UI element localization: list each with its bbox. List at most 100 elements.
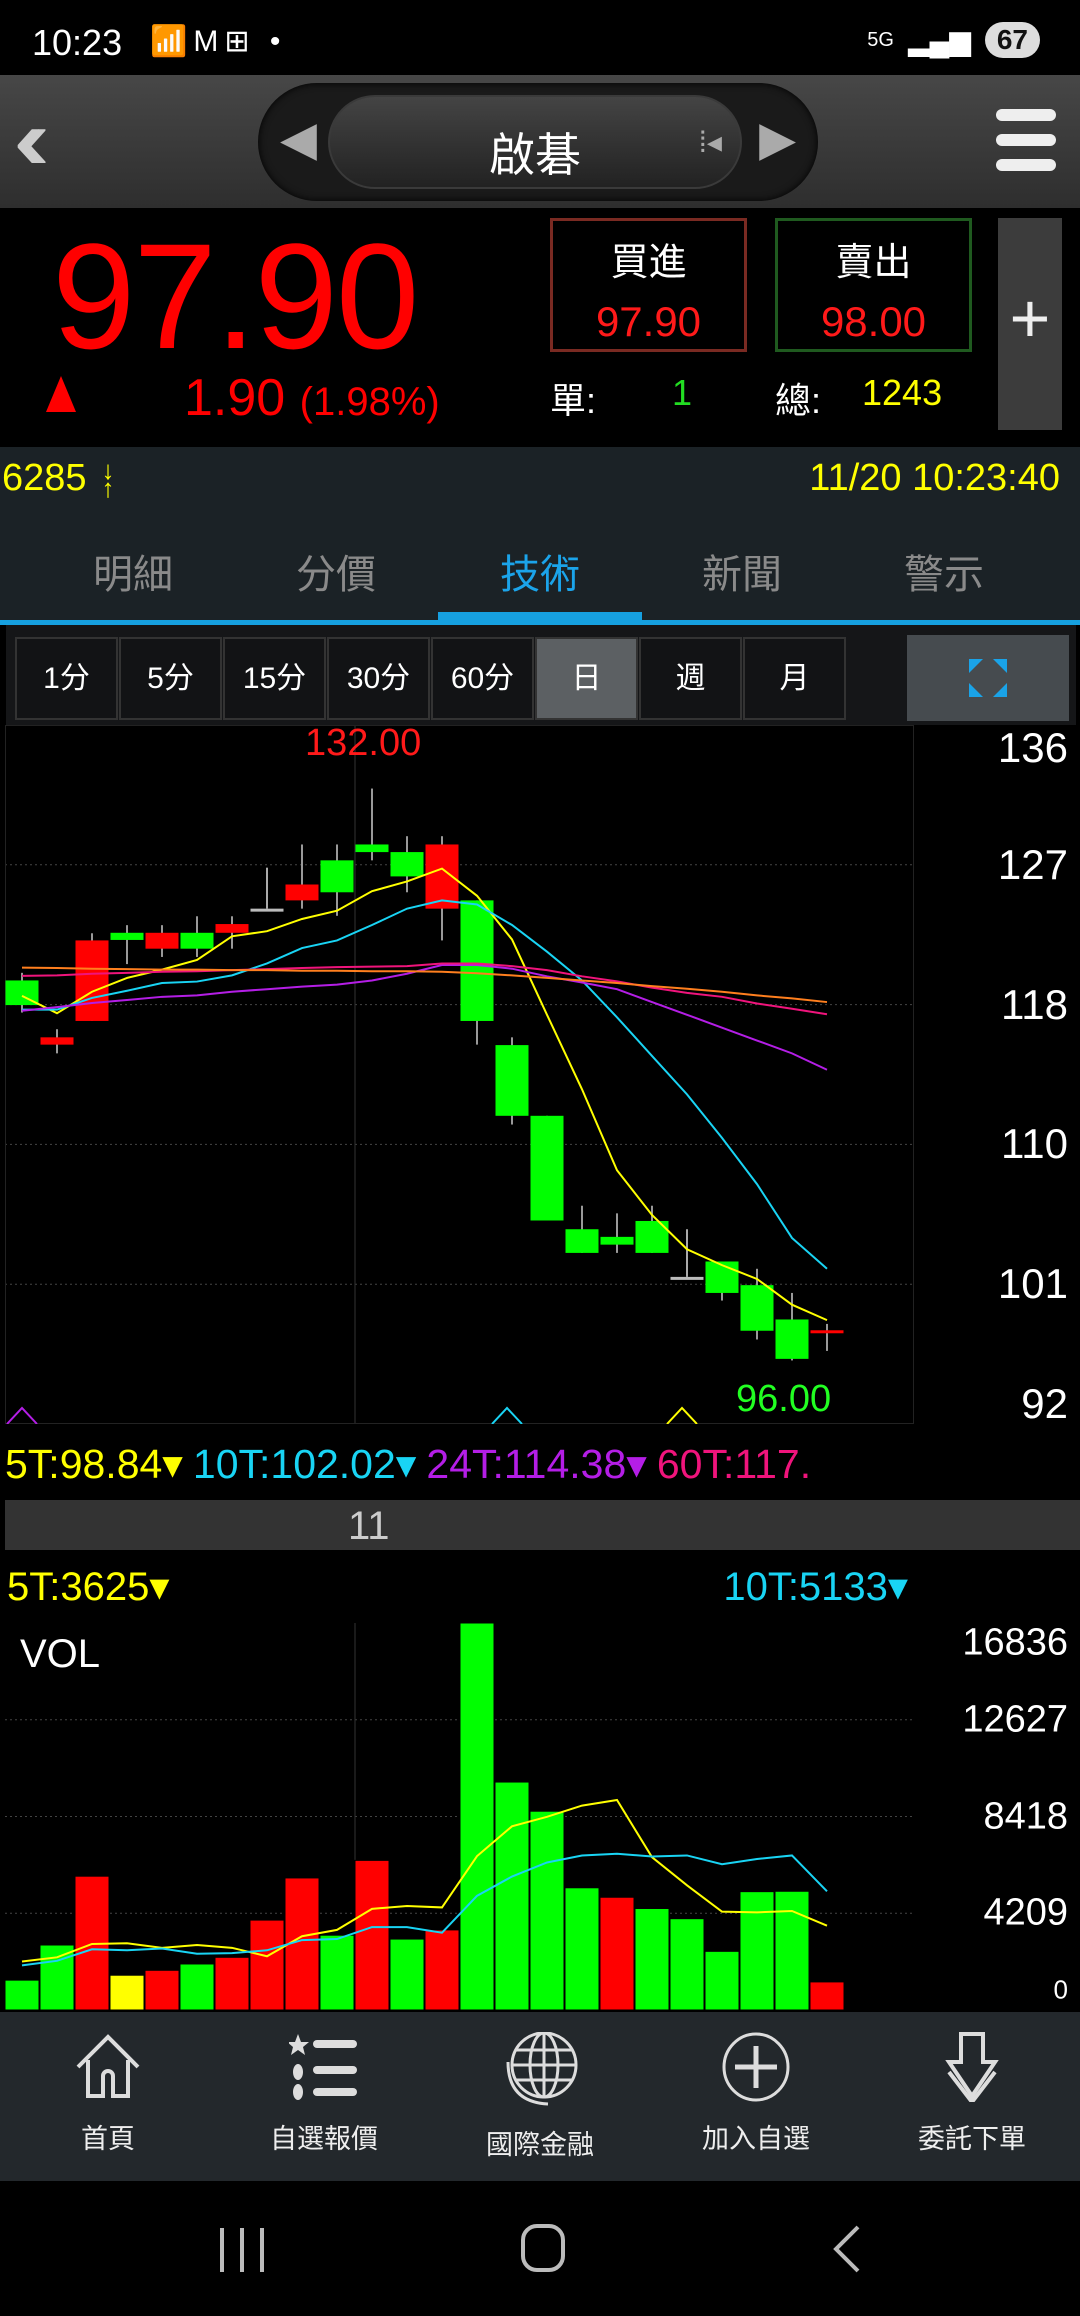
volume-bar (739, 1891, 775, 2010)
candle-body (460, 900, 494, 1021)
volume-legend: 5T:3625▾ 10T:5133▾ (5, 1550, 914, 1623)
volume-bar (109, 1974, 145, 2010)
next-stock-icon[interactable]: ▶ (759, 111, 796, 167)
period-week[interactable]: 週 (639, 637, 742, 720)
ma-legend-value: 24T:114.38 (426, 1441, 627, 1487)
total-volume: 1243 (862, 372, 943, 413)
back-button-icon[interactable] (832, 2225, 862, 2273)
volume-bar (354, 1859, 390, 2010)
candle-body (320, 860, 354, 893)
prev-stock-icon[interactable]: ◀ (280, 111, 317, 167)
volume-bar (599, 1896, 635, 2010)
vol-ma5: 5T:3625▾ (7, 1565, 170, 1609)
candle-body (215, 924, 249, 933)
volume-axis-label: 12627 (962, 1698, 1068, 1741)
stock-name-pill[interactable]: 啟碁 ⁞◂ (328, 95, 742, 189)
ma-line-10T (22, 899, 828, 1270)
buy-price: 97.90 (595, 298, 702, 345)
candle-body (565, 1229, 599, 1253)
notification-icons: 📶M⊞ • (150, 25, 287, 58)
volume-bar (5, 1979, 40, 2010)
app-header: ‹‹ ◀ 啟碁 ⁞◂ ▶ (0, 75, 1080, 208)
volume-bar (424, 1929, 460, 2010)
buy-label: 買進 (610, 242, 687, 284)
tab-news[interactable]: 新聞 (640, 542, 844, 600)
grip-icon: ⁞◂ (698, 126, 722, 159)
tab-price-distribution[interactable]: 分價 (234, 542, 438, 600)
tab-technical[interactable]: 技術 (438, 542, 642, 600)
volume-axis-label: 16836 (962, 1621, 1068, 1664)
download-arrow-icon (945, 2032, 999, 2106)
candle-body (75, 940, 109, 1021)
stock-name: 啟碁 (489, 129, 581, 181)
nav-watchlist[interactable]: 自選報價 (216, 2012, 432, 2181)
add-button[interactable]: + (998, 218, 1062, 430)
nav-add-watchlist[interactable]: 加入自選 (648, 2012, 864, 2181)
fullscreen-button[interactable] (907, 635, 1069, 721)
price-axis-label: 92 (1021, 1380, 1068, 1427)
nav-add-watchlist-label: 加入自選 (702, 2124, 810, 2154)
period-60min[interactable]: 60分 (431, 637, 534, 720)
price-axis-label: 118 (1001, 980, 1068, 1028)
up-triangle-icon (46, 376, 76, 412)
quote-panel: 97.90 1.90 (1.98%) 買進 97.90 賣出 98.00 + 單… (0, 208, 1080, 447)
back-chevrons-icon[interactable]: ‹‹ (14, 95, 50, 185)
volume-bar (459, 1623, 495, 2010)
ma-legend: 5T:98.84▾ 10T:102.02▾ 24T:114.38▾ 60T:117. (5, 1424, 914, 1500)
candle-body (670, 1276, 704, 1280)
vol-ma5-value: 5T:3625 (7, 1565, 150, 1609)
candle-body (495, 1045, 529, 1116)
change-percent: (1.98%) (299, 380, 440, 424)
volume-bar (564, 1887, 600, 2010)
volume-axis-label: 0 (1053, 1974, 1068, 2005)
candle-body (740, 1285, 774, 1331)
period-15min[interactable]: 15分 (223, 637, 326, 720)
sell-button[interactable]: 賣出 98.00 (775, 218, 972, 352)
volume-bar (179, 1963, 215, 2010)
buy-button[interactable]: 買進 97.90 (550, 218, 747, 352)
ma-legend-item: 24T:114.38▾ (426, 1441, 647, 1487)
sell-label: 賣出 (835, 242, 912, 284)
period-month[interactable]: 月 (743, 637, 846, 720)
candle-body (285, 884, 319, 901)
home-button-icon[interactable] (520, 2223, 566, 2273)
volume-bar (319, 1934, 355, 2010)
quote-datetime: 11/20 10:23:40 (809, 457, 1060, 499)
candle-body (180, 932, 214, 949)
signal-marker (6, 1406, 38, 1424)
candlestick-chart[interactable] (5, 725, 914, 1424)
volume-bar (249, 1919, 285, 2010)
nav-home-label: 首頁 (81, 2124, 135, 2154)
menu-icon[interactable] (996, 109, 1056, 171)
period-1min[interactable]: 1分 (15, 637, 118, 720)
period-day[interactable]: 日 (535, 637, 638, 720)
period-5min[interactable]: 5分 (119, 637, 222, 720)
period-30min[interactable]: 30分 (327, 637, 430, 720)
candle-body (810, 1330, 844, 1334)
network-label: 5G (867, 28, 894, 51)
bottom-nav: 首頁 自選報價 國際金融 加入自選 委託下單 (0, 2012, 1080, 2181)
date-axis: 11 (5, 1500, 1080, 1550)
stock-code: 6285 (2, 457, 87, 499)
period-selector: 1分 5分 15分 30分 60分 日 週 月 (6, 625, 1076, 725)
plus-circle-icon (722, 2032, 790, 2102)
volume-chart[interactable] (5, 1623, 914, 2010)
change-value: 1.90 (184, 369, 286, 427)
candle-body (355, 844, 389, 853)
battery-indicator: 67 (984, 22, 1040, 58)
status-bar: 10:23 📶M⊞ • 5G ▂▄▆ 67 (0, 0, 1080, 75)
volume-bar (144, 1969, 180, 2010)
price-axis-label: 101 (997, 1260, 1068, 1308)
ma-legend-value: 5T:98.84 (5, 1441, 163, 1487)
recent-apps-icon[interactable] (220, 2226, 264, 2274)
nav-home[interactable]: 首頁 (0, 2012, 216, 2181)
tab-alerts[interactable]: 警示 (842, 542, 1046, 600)
nav-order[interactable]: 委託下單 (864, 2012, 1080, 2181)
volume-bar (214, 1956, 250, 2010)
tab-details[interactable]: 明細 (31, 542, 235, 600)
volume-bar (39, 1944, 75, 2010)
candle-body (775, 1319, 809, 1359)
info-bar: 6285 ↓ ↑ 11/20 10:23:40 明細 分價 技術 新聞 警示 (0, 447, 1080, 625)
ma-legend-item: 10T:102.02▾ (192, 1441, 417, 1487)
nav-international[interactable]: 國際金融 (432, 2012, 648, 2181)
